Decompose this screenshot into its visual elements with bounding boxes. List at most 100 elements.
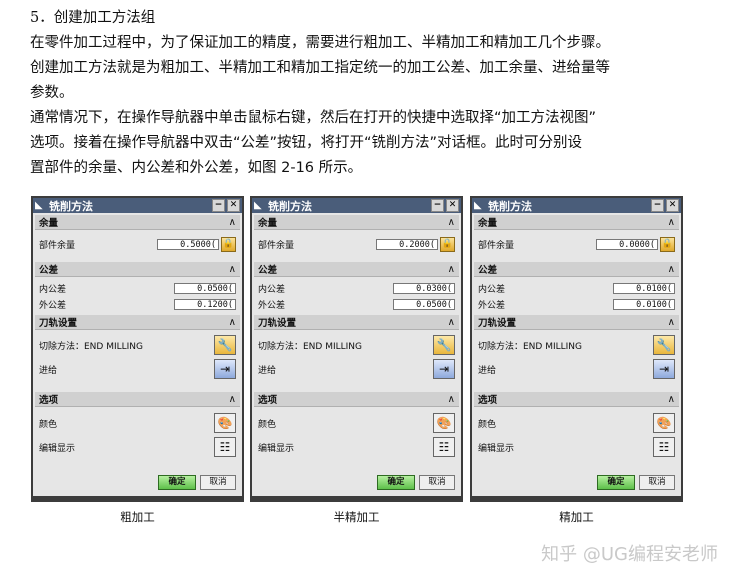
edit-display-icon[interactable]: ☷	[214, 437, 236, 457]
cut-method-label: 切除方法：END MILLING	[258, 341, 363, 352]
outtol-input[interactable]: 0.0500(	[393, 299, 455, 310]
section-header-tolerance[interactable]: 公差 ∧	[35, 262, 240, 277]
collapse-icon[interactable]: ∧	[668, 317, 675, 328]
dialog-menu-icon[interactable]: ◣	[35, 200, 47, 211]
section-header-options[interactable]: 选项 ∧	[474, 392, 679, 407]
minimize-button[interactable]: −	[651, 199, 664, 212]
section-title: 刀轨设置	[478, 318, 517, 329]
feed-label: 进给	[39, 365, 58, 376]
section-title: 余量	[478, 218, 498, 229]
collapse-icon[interactable]: ∧	[448, 264, 455, 275]
feed-label: 进给	[478, 365, 497, 376]
dialog-menu-icon[interactable]: ◣	[254, 200, 266, 211]
collapse-icon[interactable]: ∧	[668, 217, 675, 228]
ok-button[interactable]: 确定	[158, 475, 196, 490]
section-header-stock[interactable]: 余量 ∧	[254, 215, 459, 230]
color-palette-icon[interactable]: 🎨	[653, 413, 675, 433]
cancel-button[interactable]: 取消	[639, 475, 675, 490]
close-button[interactable]: ✕	[227, 199, 240, 212]
color-label: 颜色	[39, 419, 58, 430]
color-label: 颜色	[258, 419, 277, 430]
color-palette-icon[interactable]: 🎨	[214, 413, 236, 433]
watermark: 知乎 @UG编程安老师	[541, 544, 718, 565]
intol-input[interactable]: 0.0300(	[393, 283, 455, 294]
ok-button[interactable]: 确定	[597, 475, 635, 490]
section-header-path[interactable]: 刀轨设置 ∧	[254, 315, 459, 330]
intol-label: 内公差	[39, 285, 67, 295]
lock-icon[interactable]: 🔒	[221, 237, 236, 252]
section-header-tolerance[interactable]: 公差 ∧	[254, 262, 459, 277]
part-stock-input[interactable]: 0.2000(	[376, 239, 438, 250]
close-button[interactable]: ✕	[666, 199, 679, 212]
part-stock-label: 部件余量	[258, 241, 295, 251]
section-header-stock[interactable]: 余量 ∧	[474, 215, 679, 230]
collapse-icon[interactable]: ∧	[229, 217, 236, 228]
color-label: 颜色	[478, 419, 497, 430]
section-title: 选项	[39, 395, 59, 406]
outtol-input[interactable]: 0.1200(	[174, 299, 236, 310]
intol-input[interactable]: 0.0100(	[613, 283, 675, 294]
section-header-options[interactable]: 选项 ∧	[35, 392, 240, 407]
outtol-label: 外公差	[39, 301, 67, 311]
cancel-button[interactable]: 取消	[200, 475, 236, 490]
paragraph-line: 参数。	[30, 85, 74, 101]
section-header-stock[interactable]: 余量 ∧	[35, 215, 240, 230]
part-stock-label: 部件余量	[478, 241, 515, 251]
section-title: 公差	[478, 265, 498, 276]
outtol-input[interactable]: 0.0100(	[613, 299, 675, 310]
part-stock-input[interactable]: 0.5000(	[157, 239, 219, 250]
dialog-menu-icon[interactable]: ◣	[474, 200, 486, 211]
dialog-title: 铣削方法	[268, 199, 312, 213]
collapse-icon[interactable]: ∧	[448, 217, 455, 228]
section-title: 刀轨设置	[39, 318, 78, 329]
section-header-tolerance[interactable]: 公差 ∧	[474, 262, 679, 277]
section-header-path[interactable]: 刀轨设置 ∧	[474, 315, 679, 330]
milling-method-dialog-semifinish: ◣ 铣削方法 − ✕ 余量 ∧ 部件余量 0.2000(🔒 公差 ∧ 内公差 0.03…	[250, 196, 463, 502]
collapse-icon[interactable]: ∧	[229, 264, 236, 275]
lock-icon[interactable]: 🔒	[440, 237, 455, 252]
lock-icon[interactable]: 🔒	[660, 237, 675, 252]
outtol-label: 外公差	[258, 301, 286, 311]
intol-label: 内公差	[478, 285, 506, 295]
section-title: 公差	[258, 265, 278, 276]
edit-display-icon[interactable]: ☷	[433, 437, 455, 457]
section-title: 刀轨设置	[258, 318, 297, 329]
paragraph-line: 创建加工方法就是为粗加工、半精加工和精加工指定统一的加工公差、加工余量、进给量等	[30, 60, 610, 76]
edit-display-icon[interactable]: ☷	[653, 437, 675, 457]
feed-icon[interactable]: ⇥	[433, 359, 455, 379]
close-button[interactable]: ✕	[446, 199, 459, 212]
dialog-titlebar: ◣ 铣削方法 − ✕	[33, 198, 242, 213]
cancel-button[interactable]: 取消	[419, 475, 455, 490]
feed-icon[interactable]: ⇥	[653, 359, 675, 379]
collapse-icon[interactable]: ∧	[448, 317, 455, 328]
minimize-button[interactable]: −	[431, 199, 444, 212]
wrench-icon[interactable]: 🔧	[433, 335, 455, 355]
ok-button[interactable]: 确定	[377, 475, 415, 490]
caption-rough: 粗加工	[120, 510, 155, 524]
caption-semifinish: 半精加工	[333, 510, 380, 524]
section-title: 公差	[39, 265, 59, 276]
wrench-icon[interactable]: 🔧	[214, 335, 236, 355]
section-header-options[interactable]: 选项 ∧	[254, 392, 459, 407]
collapse-icon[interactable]: ∧	[229, 394, 236, 405]
intol-input[interactable]: 0.0500(	[174, 283, 236, 294]
color-palette-icon[interactable]: 🎨	[433, 413, 455, 433]
collapse-icon[interactable]: ∧	[448, 394, 455, 405]
wrench-icon[interactable]: 🔧	[653, 335, 675, 355]
feed-icon[interactable]: ⇥	[214, 359, 236, 379]
milling-method-dialog-rough: ◣ 铣削方法 − ✕ 余量 ∧ 部件余量 0.5000(🔒 公差 ∧ 内公差 0.05…	[31, 196, 244, 502]
paragraph-line: 在零件加工过程中，为了保证加工的精度，需要进行粗加工、半精加工和精加工几个步骤。	[30, 35, 610, 51]
feed-label: 进给	[258, 365, 277, 376]
collapse-icon[interactable]: ∧	[668, 264, 675, 275]
collapse-icon[interactable]: ∧	[668, 394, 675, 405]
paragraph-line: 选项。接着在操作导航器中双击“公差”按钮，将打开“铣削方法”对话框。此时可分别设	[30, 135, 583, 151]
edit-display-label: 编辑显示	[478, 443, 515, 454]
section-header-path[interactable]: 刀轨设置 ∧	[35, 315, 240, 330]
paragraph-line: 通常情况下，在操作导航器中单击鼠标右键，然后在打开的快捷中选取择“加工方法视图”	[30, 110, 597, 126]
part-stock-input[interactable]: 0.0000(	[596, 239, 658, 250]
minimize-button[interactable]: −	[212, 199, 225, 212]
edit-display-label: 编辑显示	[39, 443, 76, 454]
collapse-icon[interactable]: ∧	[229, 317, 236, 328]
dialog-title: 铣削方法	[49, 199, 93, 213]
intol-label: 内公差	[258, 285, 286, 295]
